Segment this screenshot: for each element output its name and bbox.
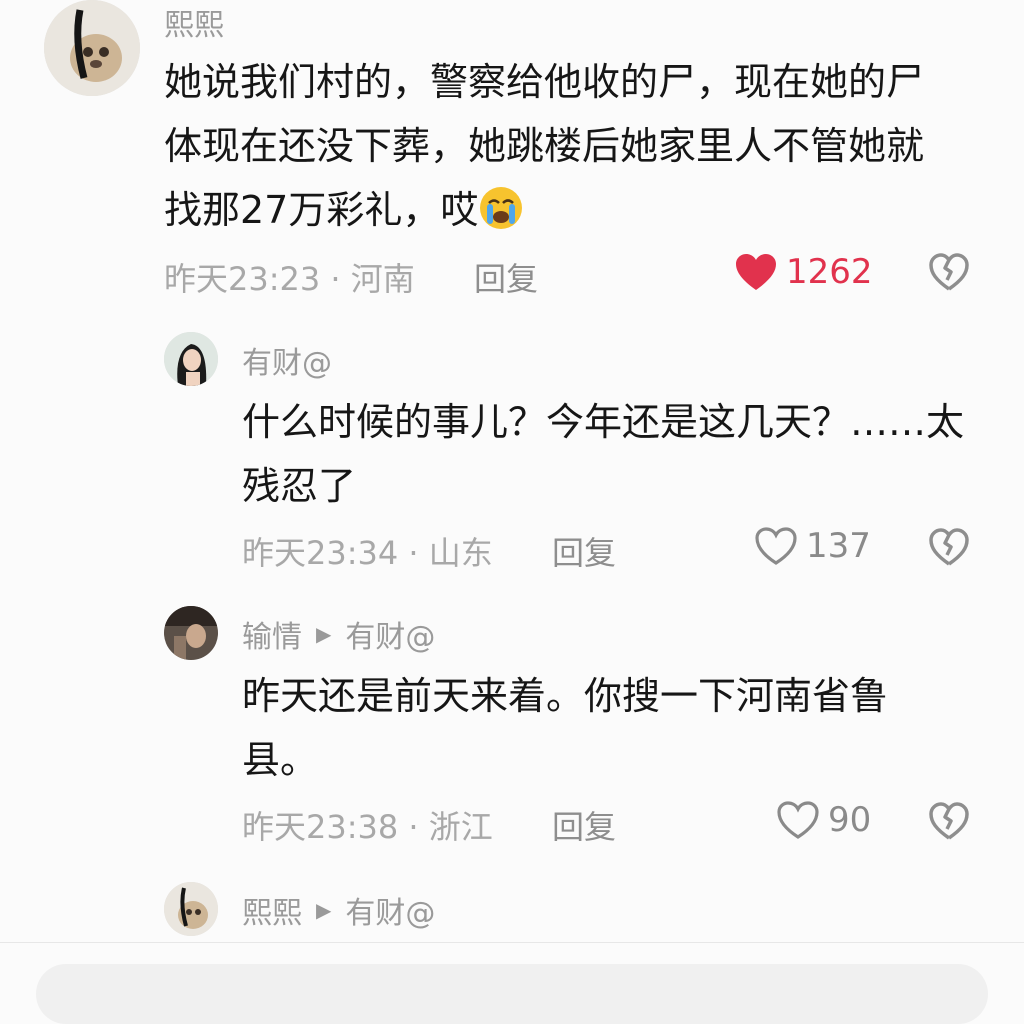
avatar[interactable] — [44, 0, 140, 96]
avatar[interactable] — [164, 882, 218, 936]
broken-heart-icon — [928, 801, 970, 841]
dislike-button[interactable] — [928, 801, 970, 841]
like-count: 137 — [806, 526, 871, 566]
like-count: 90 — [828, 800, 872, 840]
like-count: 1262 — [786, 252, 873, 292]
content-line: 昨天还是前天来着。你搜一下河南省鲁 — [242, 674, 889, 718]
broken-heart-icon — [928, 252, 970, 292]
loudly-crying-face-emoji — [478, 185, 524, 231]
reply-button[interactable]: 回复 — [552, 528, 616, 574]
heart-icon — [776, 800, 820, 840]
content-line: 什么时候的事儿？今年还是这几天？……太 — [242, 400, 965, 444]
content-line: 她说我们村的，警察给他收的尸，现在她的尸 — [164, 60, 925, 104]
comment-content: 昨天还是前天来着。你搜一下河南省鲁 县。 — [242, 664, 1002, 792]
username[interactable]: 输情 ▶ 有财@ — [242, 612, 435, 656]
comment-meta: 昨天23:38 · 浙江 — [242, 808, 493, 846]
avatar[interactable] — [164, 332, 218, 386]
heart-icon — [734, 252, 778, 292]
divider — [0, 942, 1024, 943]
avatar[interactable] — [164, 606, 218, 660]
username-label[interactable]: 熙熙 — [164, 0, 224, 44]
like-button[interactable]: 90 — [776, 800, 871, 840]
dislike-button[interactable] — [928, 527, 970, 567]
username[interactable]: 熙熙 ▶ 有财@ — [242, 888, 435, 932]
reply-button[interactable]: 回复 — [552, 802, 616, 848]
username[interactable]: 有财@ — [242, 338, 332, 382]
broken-heart-icon — [928, 527, 970, 567]
like-button[interactable]: 137 — [754, 526, 871, 566]
content-line: 找那27万彩礼，哎 — [164, 178, 994, 242]
reply-to-username[interactable]: 有财@ — [345, 612, 435, 656]
content-line: 残忍了 — [242, 464, 357, 508]
triangle-right-icon: ▶ — [316, 622, 332, 646]
like-button[interactable]: 1262 — [734, 252, 873, 292]
heart-icon — [754, 526, 798, 566]
comment-meta: 昨天23:23 · 河南 — [164, 260, 415, 298]
username-label[interactable]: 输情 — [242, 612, 302, 656]
comment-content: 什么时候的事儿？今年还是这几天？……太 残忍了 — [242, 390, 1002, 518]
comment-meta: 昨天23:34 · 山东 — [242, 534, 493, 572]
triangle-right-icon: ▶ — [316, 898, 332, 922]
reply-button[interactable]: 回复 — [474, 254, 538, 300]
dislike-button[interactable] — [928, 252, 970, 292]
username[interactable]: 熙熙 — [164, 0, 224, 44]
username-label[interactable]: 有财@ — [242, 338, 332, 382]
content-line: 县。 — [242, 738, 319, 782]
reply-to-username[interactable]: 有财@ — [345, 888, 435, 932]
username-label[interactable]: 熙熙 — [242, 888, 302, 932]
comment-content: 她说我们村的，警察给他收的尸，现在她的尸 体现在还没下葬，她跳楼后她家里人不管她… — [164, 50, 994, 242]
comment-input-bar[interactable] — [36, 964, 988, 1024]
content-line: 体现在还没下葬，她跳楼后她家里人不管她就 — [164, 124, 925, 168]
